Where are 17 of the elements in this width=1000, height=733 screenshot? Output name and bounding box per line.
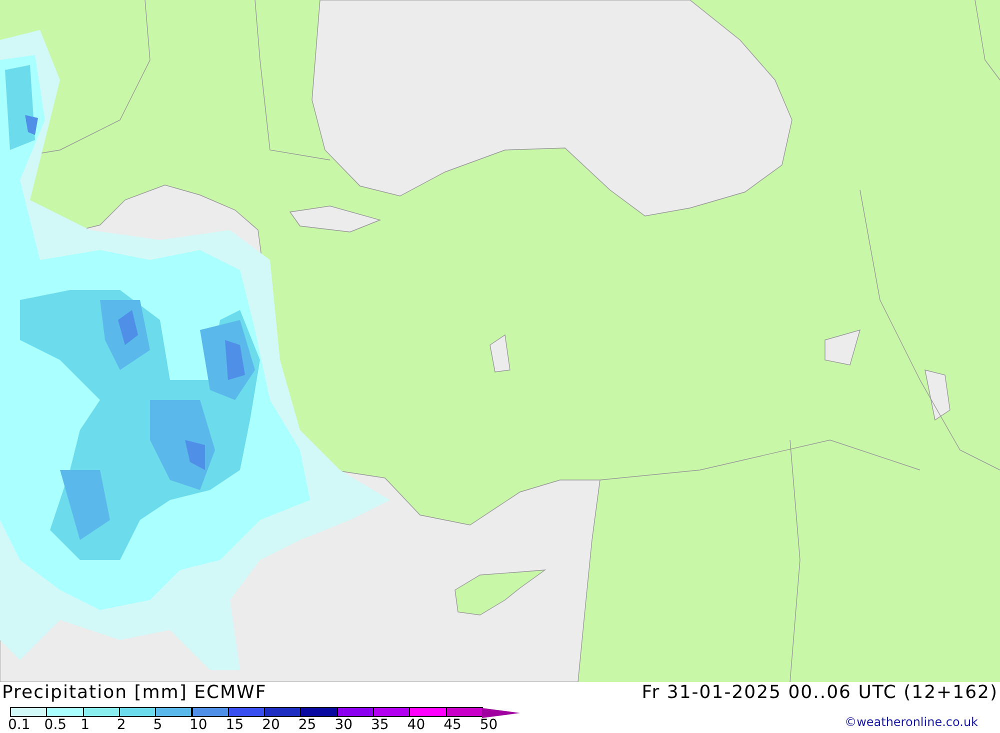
map-title: Precipitation [mm] ECMWF bbox=[2, 682, 267, 704]
copyright-credit: ©weatheronline.co.uk bbox=[844, 715, 978, 729]
legend-label: 30 bbox=[334, 718, 353, 733]
legend-label: 40 bbox=[407, 718, 426, 733]
legend-label: 35 bbox=[371, 718, 389, 733]
legend-label: 20 bbox=[262, 718, 280, 733]
valid-time: Fr 31-01-2025 00..06 UTC (12+162) bbox=[642, 682, 998, 704]
legend-label: 1 bbox=[80, 718, 90, 733]
legend-label: 2 bbox=[116, 718, 126, 733]
legend-label: 15 bbox=[226, 718, 244, 733]
legend-label: 10 bbox=[190, 718, 208, 733]
legend-label: 25 bbox=[298, 718, 316, 733]
legend-label: 50 bbox=[480, 718, 498, 733]
legend-label: 5 bbox=[153, 718, 162, 733]
legend-label: 0.1 bbox=[8, 718, 30, 733]
legend-label: 0.5 bbox=[44, 718, 67, 733]
legend-label: 45 bbox=[444, 718, 462, 733]
